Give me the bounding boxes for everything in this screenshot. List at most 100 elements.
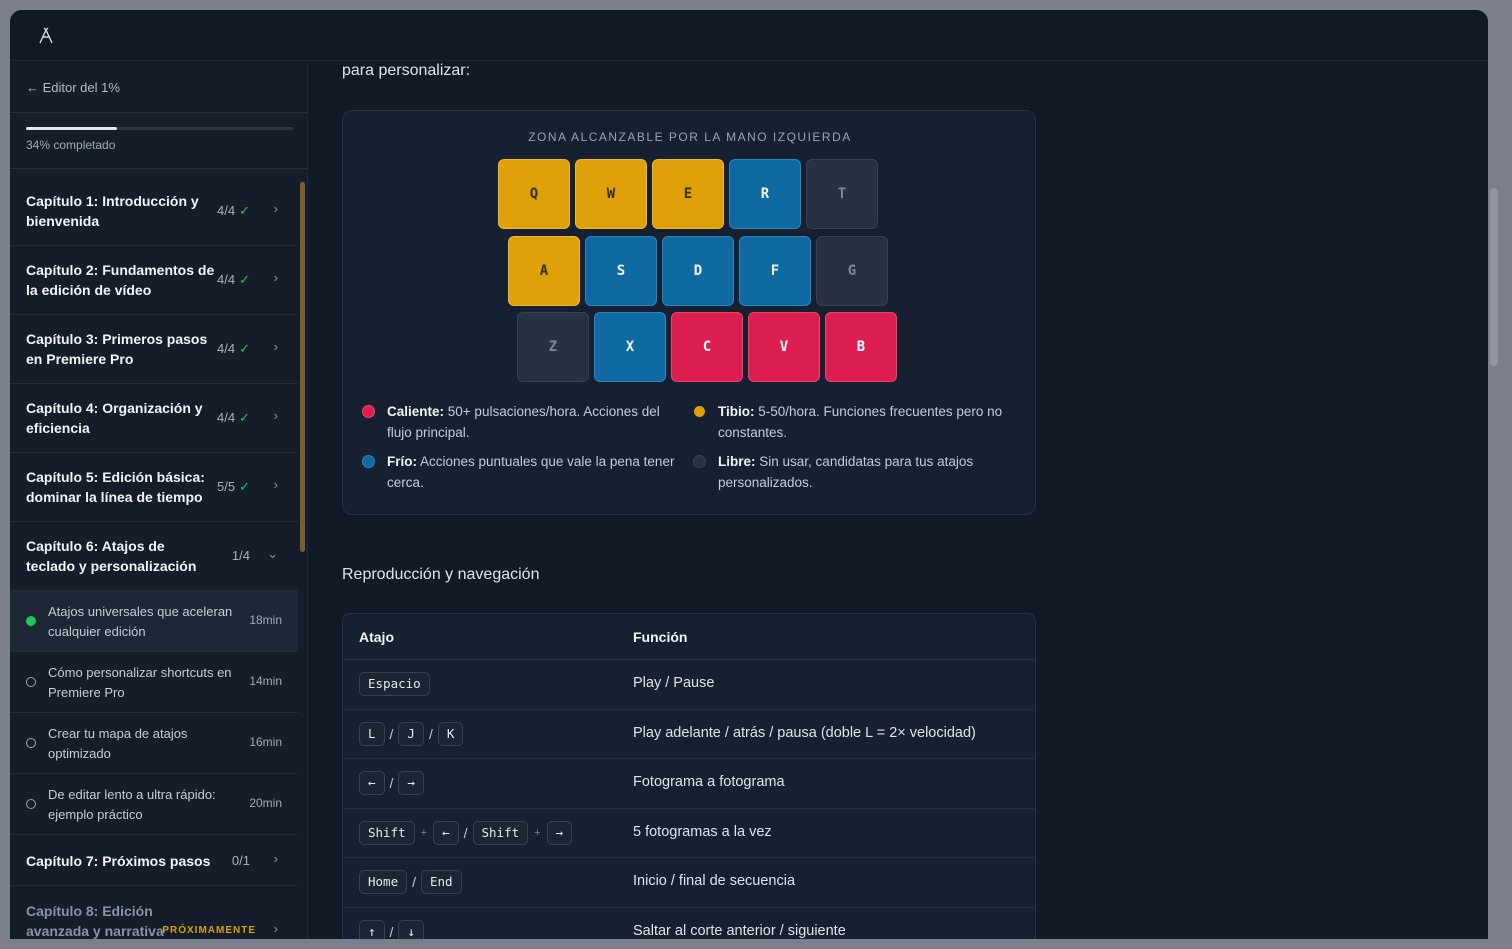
free-dot-icon — [694, 456, 705, 467]
chevron-down-icon: ⌄ — [267, 546, 278, 561]
cold-dot-icon — [363, 456, 374, 467]
circle-icon — [26, 738, 36, 748]
chapter-count: 5/5 ✓ — [217, 479, 250, 494]
hot-dot-icon — [363, 406, 374, 417]
sidebar-scrollbar[interactable] — [300, 182, 305, 552]
table-row: L / J / K Play adelante / atrás / pausa (dobl… — [343, 710, 1035, 759]
chapter-count: 4/4 ✓ — [217, 410, 250, 425]
check-icon: ✓ — [239, 341, 250, 356]
check-icon: ✓ — [239, 272, 250, 287]
chevron-right-icon: › — [273, 477, 278, 492]
lesson-item[interactable]: Crear tu mapa de atajos optimizado 16min — [10, 713, 298, 774]
shortcut-keys: ↑ / ↓ — [359, 919, 424, 940]
table-header: Atajo Función — [343, 614, 1035, 660]
key-cap: Home — [359, 870, 408, 894]
legend-text: Sin usar, candidatas para tus atajos per… — [718, 454, 974, 490]
chapter-title: Capítulo 1: Introducción y bienvenida — [26, 193, 199, 229]
key-cap: K — [437, 721, 464, 746]
chapter-3[interactable]: Capítulo 3: Primeros pasos en Premiere P… — [10, 315, 298, 384]
chevron-right-icon: › — [273, 408, 278, 423]
shortcut-keys: Espacio — [359, 672, 430, 696]
divider — [10, 112, 307, 113]
chapter-title: Capítulo 7: Próximos pasos — [26, 853, 211, 869]
chevron-right-icon: › — [273, 201, 278, 216]
lesson-item[interactable]: Cómo personalizar shortcuts en Premiere … — [10, 652, 298, 713]
key-z: Z — [517, 312, 589, 382]
key-t: T — [806, 159, 878, 229]
shortcut-keys: Shift + ← / Shift + → — [359, 820, 573, 845]
chapter-7[interactable]: Capítulo 7: Próximos pasos 0/1 › — [10, 836, 298, 886]
check-icon: ✓ — [239, 410, 250, 425]
shortcut-keys: Home / End — [359, 870, 462, 894]
chapter-title: Capítulo 6: Atajos de teclado y personal… — [26, 538, 197, 574]
legend-text: Acciones puntuales que vale la pena tene… — [387, 454, 675, 490]
key-d: D — [662, 236, 734, 306]
check-icon: ✓ — [239, 479, 250, 494]
slash-separator: / — [389, 923, 394, 940]
key-cap: Espacio — [359, 672, 430, 696]
chapter-4[interactable]: Capítulo 4: Organización y eficiencia 4/… — [10, 384, 298, 453]
lesson-item[interactable]: Atajos universales que aceleran cualquie… — [10, 591, 298, 652]
chapter-count: 4/4 ✓ — [217, 203, 250, 218]
slash-separator: / — [389, 775, 394, 791]
top-bar — [10, 10, 1488, 61]
window-scrollbar[interactable] — [1490, 188, 1498, 366]
lesson-title: Atajos universales que aceleran cualquie… — [48, 604, 233, 639]
lesson-duration: 18min — [249, 613, 282, 627]
lesson-duration: 16min — [249, 735, 282, 749]
course-sidebar: ← Editor del 1% 34% completado Capítulo … — [10, 62, 308, 939]
key-cap: End — [421, 870, 462, 894]
key-b: B — [825, 312, 897, 382]
key-v: V — [748, 312, 820, 382]
chapter-title: Capítulo 5: Edición básica: dominar la l… — [26, 469, 205, 505]
chevron-right-icon: › — [273, 851, 278, 866]
shortcut-function: Play adelante / atrás / pausa (doble L =… — [633, 724, 976, 741]
logo-icon[interactable] — [38, 27, 54, 45]
chapter-5[interactable]: Capítulo 5: Edición básica: dominar la l… — [10, 453, 298, 522]
key-w: W — [575, 159, 647, 229]
slash-separator: / — [412, 874, 416, 890]
legend-label: Tibio: — [718, 404, 755, 419]
key-x: X — [594, 312, 666, 382]
key-cap: ↓ — [398, 919, 424, 939]
chevron-right-icon: › — [273, 339, 278, 354]
legend-label: Caliente: — [387, 404, 445, 419]
slash-separator: / — [428, 725, 433, 742]
key-cap: ← — [433, 820, 459, 845]
chapter-count: 4/4 ✓ — [217, 341, 250, 356]
lesson-title: Cómo personalizar shortcuts en Premiere … — [48, 665, 232, 700]
key-cap: L — [359, 721, 385, 746]
chapter-8[interactable]: Capítulo 8: Edición avanzada y narrativa… — [10, 887, 298, 939]
shortcut-function: Play / Pause — [633, 675, 715, 691]
divider — [10, 168, 307, 169]
lesson-duration: 14min — [249, 674, 282, 688]
key-g: G — [816, 236, 888, 306]
chapter-title: Capítulo 4: Organización y eficiencia — [26, 400, 203, 436]
lead-text: para personalizar: — [342, 62, 471, 79]
shortcut-function: Fotograma a fotograma — [633, 774, 785, 790]
chapter-1[interactable]: Capítulo 1: Introducción y bienvenida 4/… — [10, 177, 298, 246]
table-row: ↑ / ↓ Saltar al corte anterior / siguiente — [343, 908, 1035, 940]
table-row: Home / End Inicio / final de secuencia — [343, 858, 1035, 908]
card-title: ZONA ALCANZABLE POR LA MANO IZQUIERDA — [528, 130, 852, 144]
chapter-6[interactable]: Capítulo 6: Atajos de teclado y personal… — [10, 522, 298, 591]
chapter-title: Capítulo 3: Primeros pasos en Premiere P… — [26, 331, 208, 367]
shortcut-keys: ← / → — [359, 771, 424, 795]
key-cap: ↑ — [359, 919, 385, 939]
chapter-count: 0/1 — [231, 853, 250, 868]
section-heading: Reproducción y navegación — [342, 566, 540, 583]
chapter-count: 1/4 — [231, 548, 250, 563]
shortcut-function: Saltar al corte anterior / siguiente — [633, 922, 846, 939]
table-row: Espacio Play / Pause — [343, 660, 1035, 710]
warm-dot-icon — [694, 406, 705, 417]
shortcut-function: Inicio / final de secuencia — [633, 873, 796, 889]
back-link[interactable]: ← Editor del 1% — [26, 80, 120, 95]
key-a: A — [508, 236, 580, 306]
chapter-title: Capítulo 2: Fundamentos de la edición de… — [26, 262, 215, 298]
circle-icon — [26, 677, 36, 687]
chapter-2[interactable]: Capítulo 2: Fundamentos de la edición de… — [10, 246, 298, 315]
key-f: F — [739, 236, 811, 306]
lesson-item[interactable]: De editar lento a ultra rápido: ejemplo … — [10, 774, 298, 835]
coming-soon-badge: PRÓXIMAMENTE — [162, 925, 256, 936]
key-cap: Shift — [359, 820, 415, 845]
